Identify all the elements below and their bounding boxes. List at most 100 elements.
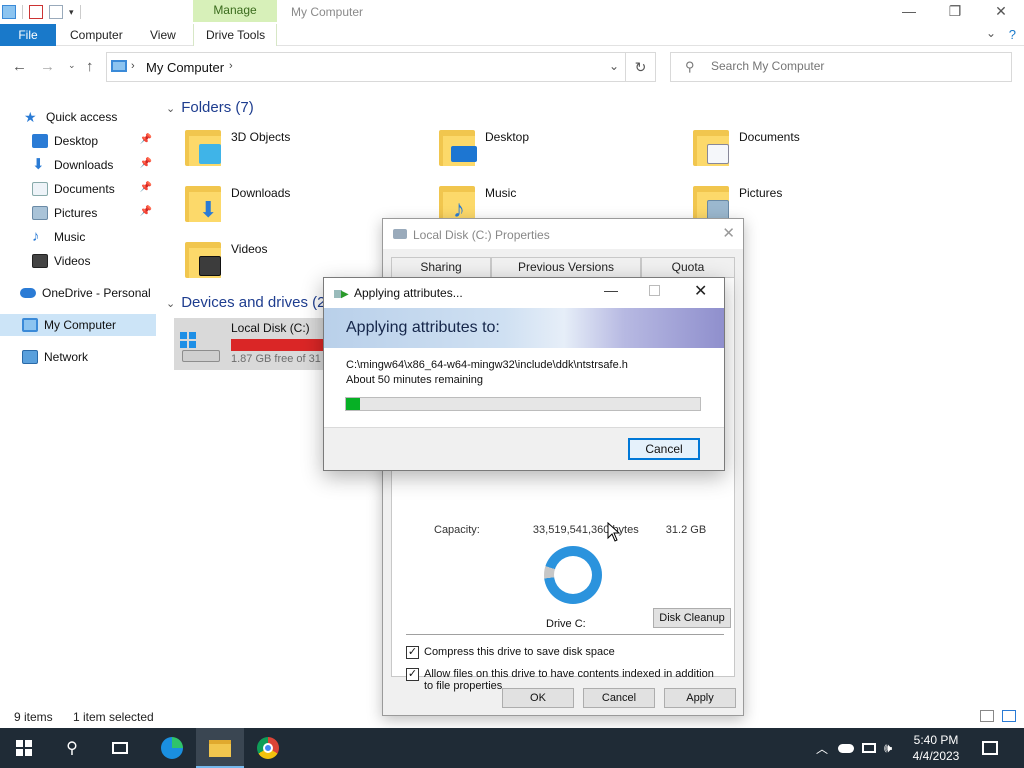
recent-locations-icon[interactable]: ⌄ [68, 60, 76, 71]
group-title: Folders (7) [181, 99, 254, 116]
index-checkbox[interactable]: ✓ [406, 668, 419, 681]
tab-computer[interactable]: Computer [70, 28, 123, 42]
cloud-icon [838, 743, 854, 753]
minimize-icon[interactable]: — [886, 0, 932, 24]
sidebar-item-downloads[interactable]: ⬇ Downloads 📌 [32, 154, 156, 176]
separator [79, 5, 81, 19]
sidebar-item-label: Desktop [54, 134, 99, 148]
folder-name: Documents [739, 130, 800, 144]
ok-button[interactable]: OK [502, 688, 574, 708]
folders-group-header[interactable]: ⌄ Folders (7) [166, 99, 254, 116]
sidebar-item-label: Music [54, 230, 86, 244]
sidebar-item-label: Downloads [54, 158, 114, 172]
search-input[interactable] [711, 59, 991, 73]
cancel-button[interactable]: Cancel [628, 438, 700, 460]
compress-checkbox[interactable]: ✓ [406, 646, 419, 659]
file-explorer-button[interactable] [196, 728, 244, 768]
network-tray-button[interactable] [862, 728, 876, 768]
new-folder-icon[interactable] [49, 5, 63, 19]
close-icon[interactable]: ✕ [978, 0, 1024, 24]
sidebar-item-videos[interactable]: Videos [32, 250, 156, 272]
maximize-icon [649, 285, 660, 296]
devices-group-header[interactable]: ⌄ Devices and drives (2) [166, 294, 330, 311]
action-center-button[interactable] [982, 728, 998, 768]
chevron-right-icon[interactable]: › [229, 60, 233, 72]
task-view-button[interactable] [96, 728, 144, 768]
checkbox-label: Compress this drive to save disk space [424, 646, 615, 658]
maximize-icon[interactable]: ❐ [932, 0, 978, 24]
tab-drive-tools[interactable]: Drive Tools [206, 28, 265, 42]
sidebar-item-quick-access[interactable]: ★ Quick access [24, 106, 180, 128]
start-button[interactable] [0, 728, 48, 768]
folder-name: Music [485, 186, 517, 200]
tab-quota[interactable]: Quota [641, 257, 735, 277]
chevron-down-icon[interactable]: ⌄ [609, 59, 619, 73]
close-icon[interactable]: ✕ [722, 224, 735, 242]
refresh-icon[interactable]: ↻ [625, 53, 655, 81]
properties-tabs: Sharing Previous Versions Quota [391, 257, 735, 277]
volume-tray-button[interactable]: 🕪 [884, 728, 892, 768]
sidebar-item-desktop[interactable]: Desktop 📌 [32, 130, 156, 152]
onedrive-tray-button[interactable] [838, 728, 854, 768]
drive-free-space: 1.87 GB free of 31 [231, 353, 321, 365]
chevron-down-icon[interactable]: ⌄ [166, 298, 175, 310]
compress-checkbox-row[interactable]: ✓ Compress this drive to save disk space [406, 646, 726, 659]
address-bar[interactable]: › My Computer › ⌄ ↻ [106, 52, 656, 82]
computer-icon [22, 318, 38, 332]
folder-name: Downloads [231, 186, 291, 200]
close-icon[interactable]: ✕ [694, 281, 707, 301]
sidebar-item-onedrive[interactable]: OneDrive - Personal [20, 282, 156, 304]
up-arrow-icon[interactable]: ↑ [86, 58, 94, 75]
sidebar-item-documents[interactable]: Documents 📌 [32, 178, 156, 200]
tab-previous-versions[interactable]: Previous Versions [491, 257, 641, 277]
folder-item[interactable]: Desktop [439, 128, 679, 178]
folder-name: Desktop [485, 130, 530, 144]
forward-arrow-icon[interactable]: → [40, 58, 55, 75]
chevron-down-icon[interactable]: ⌄ [166, 103, 175, 115]
dialog-title-bar: Local Disk (C:) Properties ✕ [383, 219, 743, 249]
apply-attributes-icon: ▶ [334, 288, 350, 300]
search-box[interactable]: ⚲ [670, 52, 1012, 82]
tab-view[interactable]: View [150, 28, 176, 42]
sidebar-item-network[interactable]: Network [22, 346, 156, 368]
chevron-down-icon[interactable]: ▾ [69, 7, 74, 18]
help-icon[interactable]: ? [1009, 27, 1016, 42]
disk-cleanup-button[interactable]: Disk Cleanup [653, 608, 731, 628]
search-button[interactable]: ⚲ [48, 728, 96, 768]
edge-button[interactable] [148, 728, 196, 768]
sidebar-item-pictures[interactable]: Pictures 📌 [32, 202, 156, 224]
folder-item[interactable]: Documents [693, 128, 933, 178]
cancel-button[interactable]: Cancel [583, 688, 655, 708]
search-icon: ⚲ [66, 740, 78, 757]
current-file-path: C:\mingw64\x86_64-w64-mingw32\include\dd… [346, 359, 628, 371]
sidebar-item-my-computer[interactable]: My Computer [0, 314, 156, 336]
sidebar-item-label: My Computer [44, 318, 117, 332]
back-arrow-icon[interactable]: ← [12, 58, 27, 75]
minimize-icon[interactable]: — [604, 282, 618, 298]
sidebar-item-music[interactable]: ♪ Music [32, 226, 156, 248]
apply-button[interactable]: Apply [664, 688, 736, 708]
properties-icon[interactable] [29, 5, 43, 19]
details-view-icon[interactable] [980, 710, 994, 722]
clock[interactable]: 5:40 PM 4/4/2023 [906, 732, 966, 764]
large-icons-view-icon[interactable] [1002, 710, 1016, 722]
selection-count: 1 item selected [73, 710, 154, 724]
show-hidden-icons-button[interactable]: ︿ [816, 728, 828, 768]
item-count: 9 items [14, 710, 53, 724]
drive-name: Local Disk (C:) [231, 321, 310, 335]
tab-sharing[interactable]: Sharing [391, 257, 491, 277]
file-tab[interactable]: File [0, 24, 56, 46]
drive-item-c[interactable]: Local Disk (C:) 1.87 GB free of 31 [174, 318, 324, 370]
manage-tab[interactable]: Manage [193, 0, 277, 22]
chrome-button[interactable] [244, 728, 292, 768]
applying-attributes-dialog: ▶ Applying attributes... — ✕ Applying at… [323, 277, 725, 471]
folder-item[interactable]: 3D Objects [185, 128, 425, 178]
chevron-down-icon[interactable]: ⌄ [986, 26, 996, 40]
caption-buttons: — ❐ ✕ [886, 0, 1024, 24]
videos-folder-icon [185, 240, 223, 280]
hard-drive-icon [180, 332, 222, 362]
videos-icon [32, 254, 48, 268]
chevron-right-icon[interactable]: › [131, 60, 135, 72]
computer-icon[interactable] [2, 5, 16, 19]
breadcrumb[interactable]: My Computer [146, 60, 224, 75]
